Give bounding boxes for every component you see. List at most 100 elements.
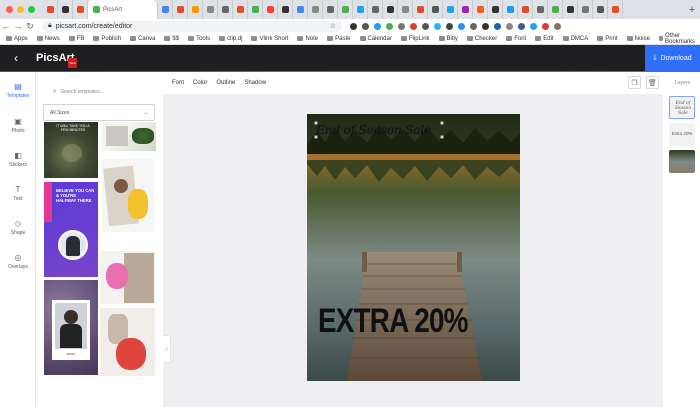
bookmark-item[interactable]: clip.dj [219,36,242,42]
browser-tab[interactable] [203,0,218,19]
close-window-button[interactable] [6,6,13,13]
selection-handle[interactable] [314,135,318,139]
browser-tab[interactable] [428,0,443,19]
browser-tab[interactable] [263,0,278,19]
extension-icon[interactable] [494,22,501,30]
url-field[interactable]: 🔒︎ picsart.com/create/editor ☆ [42,20,342,32]
rail-item-stickers[interactable]: ◧ Stickers [0,151,36,168]
bookmark-item[interactable]: Noise [626,36,650,42]
browser-tab[interactable] [278,0,293,19]
app-logo[interactable]: PicsArt Web [36,53,77,68]
bookmark-item[interactable]: Paste [327,36,351,42]
browser-tab[interactable] [383,0,398,19]
layer-thumbnail[interactable] [669,150,695,173]
browser-tab[interactable] [368,0,383,19]
artboard-title-text[interactable]: End of Season Sale [316,122,431,137]
back-arrow-icon[interactable]: ‹ [14,51,26,65]
browser-tab[interactable] [308,0,323,19]
size-select[interactable]: All Sizes ⌄ [43,104,155,121]
bookmark-item[interactable]: Font [506,36,526,42]
browser-tab[interactable] [233,0,248,19]
template-thumbnail[interactable] [102,159,154,232]
extension-icon[interactable] [482,22,489,30]
bookmark-item[interactable]: Edit [535,36,554,42]
browser-tab[interactable] [323,0,338,19]
bookmark-item[interactable]: $$ [164,36,179,42]
rail-item-photo[interactable]: ▣ Photo [0,117,36,134]
reload-icon[interactable]: ↻ [24,21,36,32]
bookmark-item[interactable]: Print [597,36,618,42]
extension-icon[interactable] [350,22,357,30]
template-thumbnail[interactable] [102,122,156,151]
bookmark-item[interactable]: Bitly [438,36,458,42]
bookmark-item[interactable]: Tools [188,36,210,42]
browser-tab[interactable] [338,0,353,19]
bookmark-item[interactable]: News [36,36,60,42]
forward-icon[interactable]: → [12,21,24,31]
extension-icon[interactable] [362,22,369,30]
template-thumbnail[interactable] [100,251,155,304]
extension-icon[interactable] [446,22,453,30]
browser-tab[interactable] [533,0,548,19]
extension-icon[interactable] [542,22,549,30]
toolbar-shadow-button[interactable]: Shadow [244,80,266,86]
artboard[interactable]: End of Season Sale EXTRA 20% [307,114,520,381]
toolbar-color-button[interactable]: Color [193,80,207,86]
other-bookmarks[interactable]: Other Bookmarks [658,33,697,45]
new-tab-button[interactable]: + [684,4,700,16]
extension-icon[interactable] [398,22,405,30]
selection-handle[interactable] [440,135,444,139]
bookmark-star-icon[interactable]: ☆ [330,22,336,30]
selection-handle[interactable] [314,121,318,125]
extension-icon[interactable] [530,22,537,30]
maximize-window-button[interactable] [28,6,35,13]
browser-tab[interactable] [353,0,368,19]
download-button[interactable]: ⤓ Download [645,45,700,71]
avatar[interactable] [554,22,561,30]
template-thumbnail[interactable] [100,308,155,376]
browser-tab[interactable] [43,0,58,19]
duplicate-icon[interactable]: ❐ [628,76,641,89]
rail-item-shape[interactable]: ◇ Shape [0,219,36,236]
extension-icon[interactable] [470,22,477,30]
browser-tab[interactable] [503,0,518,19]
bookmark-item[interactable]: Note [297,36,318,42]
back-icon[interactable]: ← [0,21,12,31]
toolbar-outline-button[interactable]: Outline [216,80,235,86]
bookmark-item[interactable]: FB [68,36,84,42]
template-thumbnail[interactable]: IT WILL TAKE YOU A FEW MINUTES [44,122,98,178]
bookmark-item[interactable]: Apps [6,36,28,42]
browser-tab[interactable] [443,0,458,19]
browser-tab[interactable] [593,0,608,19]
browser-tab[interactable] [248,0,263,19]
rail-item-text[interactable]: T Text [0,185,36,202]
browser-tab[interactable] [548,0,563,19]
collapse-panel-button[interactable]: ‹ [163,335,171,363]
browser-tab[interactable] [73,0,88,19]
bookmark-item[interactable]: FlipLink [400,36,430,42]
rail-item-templates[interactable]: ▤ Templates [0,82,36,99]
bookmark-item[interactable]: Vlink Short [251,36,288,42]
template-thumbnail[interactable]: BELIEVE YOU CAN & YOU'RE HALFWAY THERE [44,182,98,277]
bookmark-item[interactable]: Publish [93,36,121,42]
toolbar-font-button[interactable]: Font [172,80,184,86]
browser-tab[interactable] [158,0,173,19]
extension-icon[interactable] [422,22,429,30]
delete-icon[interactable]: 🗑︎ [646,76,659,89]
browser-tab[interactable] [473,0,488,19]
browser-tab[interactable] [413,0,428,19]
bookmark-item[interactable]: DMCA [562,36,588,42]
extension-icon[interactable] [434,22,441,30]
browser-tab[interactable] [218,0,233,19]
selection-handle[interactable] [440,121,444,125]
browser-tab[interactable] [518,0,533,19]
artboard-subtitle-text[interactable]: EXTRA 20% [318,302,468,341]
layer-thumbnail[interactable]: End of Season Sale [669,96,695,119]
extension-icon[interactable] [386,22,393,30]
browser-tab[interactable] [563,0,578,19]
minimize-window-button[interactable] [17,6,24,13]
browser-tab[interactable] [173,0,188,19]
layer-thumbnail[interactable]: Extra 20% [669,123,695,146]
extension-icon[interactable] [410,22,417,30]
browser-tab[interactable] [58,0,73,19]
